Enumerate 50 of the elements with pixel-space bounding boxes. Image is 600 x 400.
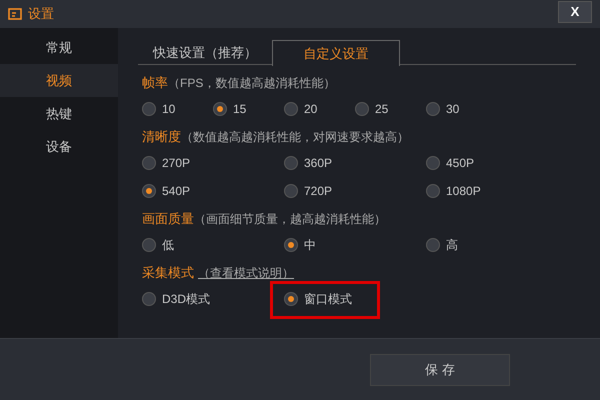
- close-button[interactable]: X: [558, 1, 592, 23]
- section-title: 清晰度: [142, 128, 181, 146]
- sidebar-item[interactable]: 热键: [0, 97, 118, 130]
- radio-button[interactable]: [426, 102, 440, 116]
- radio-button[interactable]: [142, 102, 156, 116]
- radio-button[interactable]: [426, 238, 440, 252]
- option-label: 15: [233, 101, 246, 118]
- radio-button[interactable]: [142, 184, 156, 198]
- option-label: 窗口模式: [304, 291, 352, 308]
- settings-window-icon: [8, 8, 22, 20]
- section-note: （数值越高越消耗性能，对网速要求越高）: [181, 129, 409, 146]
- radio-button[interactable]: [284, 184, 298, 198]
- radio-button[interactable]: [284, 102, 298, 116]
- option-label: 1080P: [446, 183, 481, 200]
- option-label: 30: [446, 101, 460, 118]
- window-title: 设置: [28, 5, 54, 24]
- option-label: 20: [304, 101, 318, 118]
- tab[interactable]: 快速设置（推荐）: [138, 40, 272, 65]
- section-title: 画面质量: [142, 210, 194, 228]
- option-label: 540P: [162, 183, 190, 200]
- radio-button[interactable]: [355, 102, 369, 116]
- option-label: 270P: [162, 155, 190, 172]
- radio-button[interactable]: [142, 292, 156, 306]
- radio-button[interactable]: [426, 156, 440, 170]
- option-label: 720P: [304, 183, 332, 200]
- radio-button[interactable]: [213, 102, 227, 116]
- tab[interactable]: 自定义设置: [272, 40, 400, 66]
- radio-button[interactable]: [284, 156, 298, 170]
- radio-button[interactable]: [284, 292, 298, 306]
- radio-button[interactable]: [426, 184, 440, 198]
- sidebar-item[interactable]: 视频: [0, 64, 118, 97]
- option-label: 360P: [304, 155, 332, 172]
- radio-button[interactable]: [142, 238, 156, 252]
- section-note: （画面细节质量，越高越消耗性能）: [194, 211, 386, 228]
- mode-help-link[interactable]: （查看模式说明）: [198, 264, 294, 282]
- sidebar-item[interactable]: 常规: [0, 31, 118, 64]
- option-label: 高: [446, 237, 458, 254]
- save-button[interactable]: 保 存: [370, 354, 510, 386]
- option-label: 450P: [446, 155, 474, 172]
- section-note: （FPS，数值越高越消耗性能）: [168, 75, 336, 92]
- section-title: 采集模式: [142, 264, 194, 282]
- option-label: 10: [162, 101, 176, 118]
- radio-button[interactable]: [284, 238, 298, 252]
- sidebar-item[interactable]: 设备: [0, 130, 118, 163]
- radio-button[interactable]: [142, 156, 156, 170]
- option-label: 中: [304, 237, 316, 254]
- option-label: D3D模式: [162, 291, 210, 308]
- option-label: 低: [162, 237, 174, 254]
- option-label: 25: [375, 101, 388, 118]
- section-title: 帧率: [142, 74, 168, 92]
